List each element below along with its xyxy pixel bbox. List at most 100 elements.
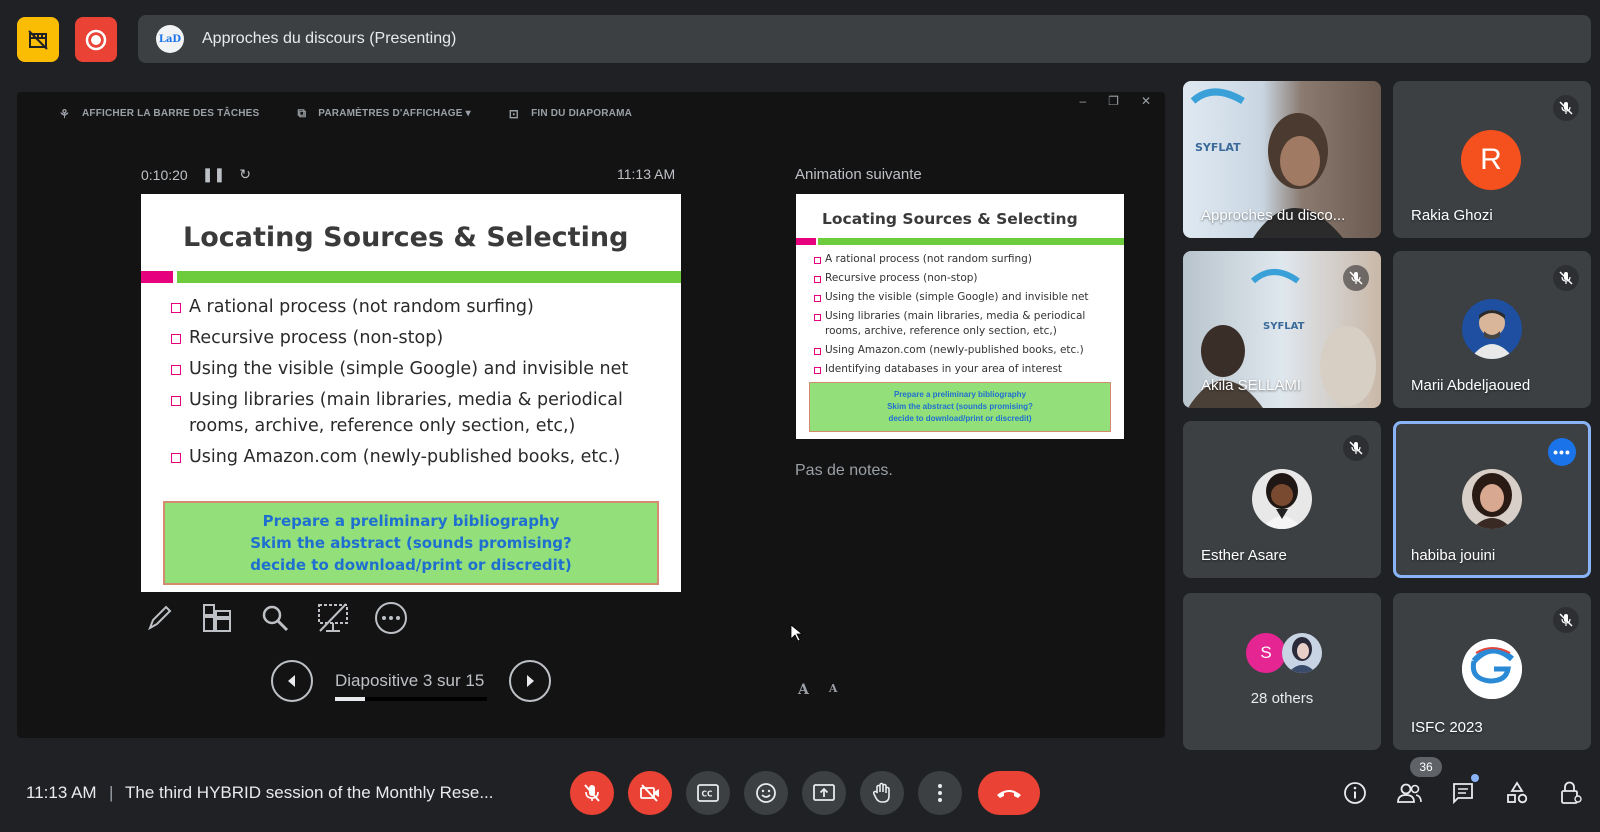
slide-box-line: Prepare a preliminary bibliography: [262, 511, 560, 530]
taskbar-icon: ⚘: [59, 106, 70, 121]
reactions-button[interactable]: [744, 771, 788, 815]
slide-title: Locating Sources & Selecting: [183, 222, 629, 253]
next-slide-bullet: Using the visible (simple Google) and in…: [814, 290, 1114, 305]
slide-bullet: A rational process (not random surfing): [171, 294, 641, 320]
participant-name: Marii Abdeljaoued: [1411, 377, 1531, 394]
captions-button[interactable]: CC: [686, 771, 730, 815]
next-slide-accent-pink: [796, 238, 816, 245]
avatar: R: [1461, 130, 1521, 190]
grid-icon: [203, 604, 231, 632]
participant-tile[interactable]: ISFC 2023: [1393, 593, 1591, 750]
slide-progress-fill: [335, 697, 366, 701]
next-slide-bullet-list: A rational process (not random surfing) …: [814, 252, 1114, 381]
avatar: S: [1246, 633, 1286, 673]
raise-hand-button[interactable]: [860, 771, 904, 815]
syflat-logo-icon: [1462, 639, 1522, 699]
recording-indicator[interactable]: [75, 17, 117, 62]
avatar: [1282, 633, 1322, 673]
close-icon[interactable]: ✕: [1141, 94, 1151, 108]
next-slide-bullet: Using libraries (main libraries, media &…: [814, 309, 1114, 339]
leave-call-button[interactable]: [978, 771, 1040, 815]
camera-off-icon: [640, 784, 659, 802]
people-button[interactable]: [1392, 776, 1426, 810]
pen-tool-button[interactable]: [141, 600, 177, 636]
pause-icon[interactable]: ❚❚: [202, 166, 225, 183]
next-slide-box-line: Prepare a preliminary bibliography: [893, 390, 1027, 399]
display-settings-icon: ⧉: [297, 106, 307, 120]
zoom-button[interactable]: [257, 600, 293, 636]
hang-up-icon: [997, 790, 1021, 798]
people-count-badge: 36: [1410, 757, 1442, 777]
participant-tile[interactable]: Marii Abdeljaoued: [1393, 251, 1591, 408]
avatar-photo-icon: [1282, 633, 1322, 673]
toolbar-display-settings-button[interactable]: ⧉ PARAMÈTRES D'AFFICHAGE ▾: [297, 106, 470, 121]
participant-more-options-button[interactable]: •••: [1548, 438, 1576, 466]
slide-accent-pink: [141, 271, 173, 283]
previous-slide-button[interactable]: [271, 660, 313, 702]
minimize-icon[interactable]: –: [1079, 94, 1086, 108]
increase-font-button[interactable]: A: [798, 682, 809, 698]
presenting-title: Approches du discours (Presenting): [202, 30, 457, 47]
mic-off-icon: [1559, 613, 1573, 627]
more-options-menu-button[interactable]: [918, 771, 962, 815]
svg-text:CC: CC: [702, 790, 714, 799]
activities-button[interactable]: [1500, 776, 1534, 810]
toolbar-taskbar-button[interactable]: ⚘ AFFICHER LA BARRE DES TÂCHES: [59, 106, 259, 121]
decrease-font-button[interactable]: A: [829, 682, 838, 698]
present-icon: [813, 784, 835, 801]
toolbar-end-show-button[interactable]: ⊡ FIN DU DIAPORAMA: [509, 106, 632, 121]
no-recording-indicator[interactable]: [17, 17, 59, 62]
triangle-right-icon: [527, 675, 534, 687]
svg-text:SYFLAT: SYFLAT: [1195, 141, 1241, 154]
camera-toggle-button[interactable]: [628, 771, 672, 815]
avatar: [1462, 639, 1522, 699]
more-icon: •••: [1553, 444, 1571, 460]
meeting-clock: 11:13 AM: [26, 783, 97, 802]
participant-tile[interactable]: SYFLAT Approches du disco...: [1183, 81, 1381, 238]
elapsed-timer: 0:10:20 ❚❚ ↻: [141, 166, 251, 183]
mic-off-indicator: [1553, 607, 1579, 633]
microphone-toggle-button[interactable]: [570, 771, 614, 815]
slide-counter: Diapositive 3 sur 15: [335, 671, 487, 701]
hand-icon: [872, 782, 890, 803]
mic-off-icon: [1559, 271, 1573, 285]
screen-off-icon: [318, 603, 348, 632]
restore-icon[interactable]: ❐: [1108, 94, 1119, 108]
next-slide-button[interactable]: [509, 660, 551, 702]
notes-font-controls: A A: [798, 682, 837, 698]
participant-tile-active[interactable]: ••• habiba jouini: [1393, 421, 1591, 578]
mic-off-icon: [584, 784, 600, 802]
mic-off-indicator: [1343, 435, 1369, 461]
participant-tile[interactable]: SYFLAT Akila SELLAMI: [1183, 251, 1381, 408]
next-slide-title: Locating Sources & Selecting: [822, 210, 1078, 228]
participant-name: Esther Asare: [1201, 547, 1287, 564]
presenter-tools: [141, 600, 409, 636]
see-all-slides-button[interactable]: [199, 600, 235, 636]
shared-screen: ⚘ AFFICHER LA BARRE DES TÂCHES ⧉ PARAMÈTRE…: [17, 92, 1165, 738]
slide-bullet: Using the visible (simple Google) and in…: [171, 356, 641, 382]
next-slide-accent-green: [818, 238, 1124, 245]
end-show-icon: ⊡: [508, 106, 520, 121]
slide-box-line: Skim the abstract (sounds promising?: [250, 533, 572, 552]
meeting-details-button[interactable]: [1338, 776, 1372, 810]
slide-bullet: Using libraries (main libraries, media &…: [171, 387, 641, 439]
participant-name: ISFC 2023: [1411, 719, 1483, 736]
record-icon: [85, 29, 107, 50]
participant-tile[interactable]: Esther Asare: [1183, 421, 1381, 578]
participant-tile[interactable]: R Rakia Ghozi: [1393, 81, 1591, 238]
next-slide-bullet: A rational process (not random surfing): [814, 252, 1114, 267]
reset-timer-icon[interactable]: ↻: [239, 166, 251, 183]
mic-off-indicator: [1553, 265, 1579, 291]
more-options-button[interactable]: [373, 600, 409, 636]
host-controls-button[interactable]: [1554, 776, 1588, 810]
slide-bullet: Recursive process (non-stop): [171, 325, 641, 351]
avatar: [1252, 469, 1312, 529]
meeting-title-bar: LaD Approches du discours (Presenting): [138, 15, 1591, 63]
present-screen-button[interactable]: [802, 771, 846, 815]
triangle-left-icon: [288, 675, 295, 687]
black-screen-button[interactable]: [315, 600, 351, 636]
slide-box-line: decide to download/print or discredit): [250, 555, 572, 574]
presenter-clock: 11:13 AM: [617, 166, 676, 182]
others-tile[interactable]: S 28 others: [1183, 593, 1381, 750]
next-slide-bullet: Recursive process (non-stop): [814, 271, 1114, 286]
